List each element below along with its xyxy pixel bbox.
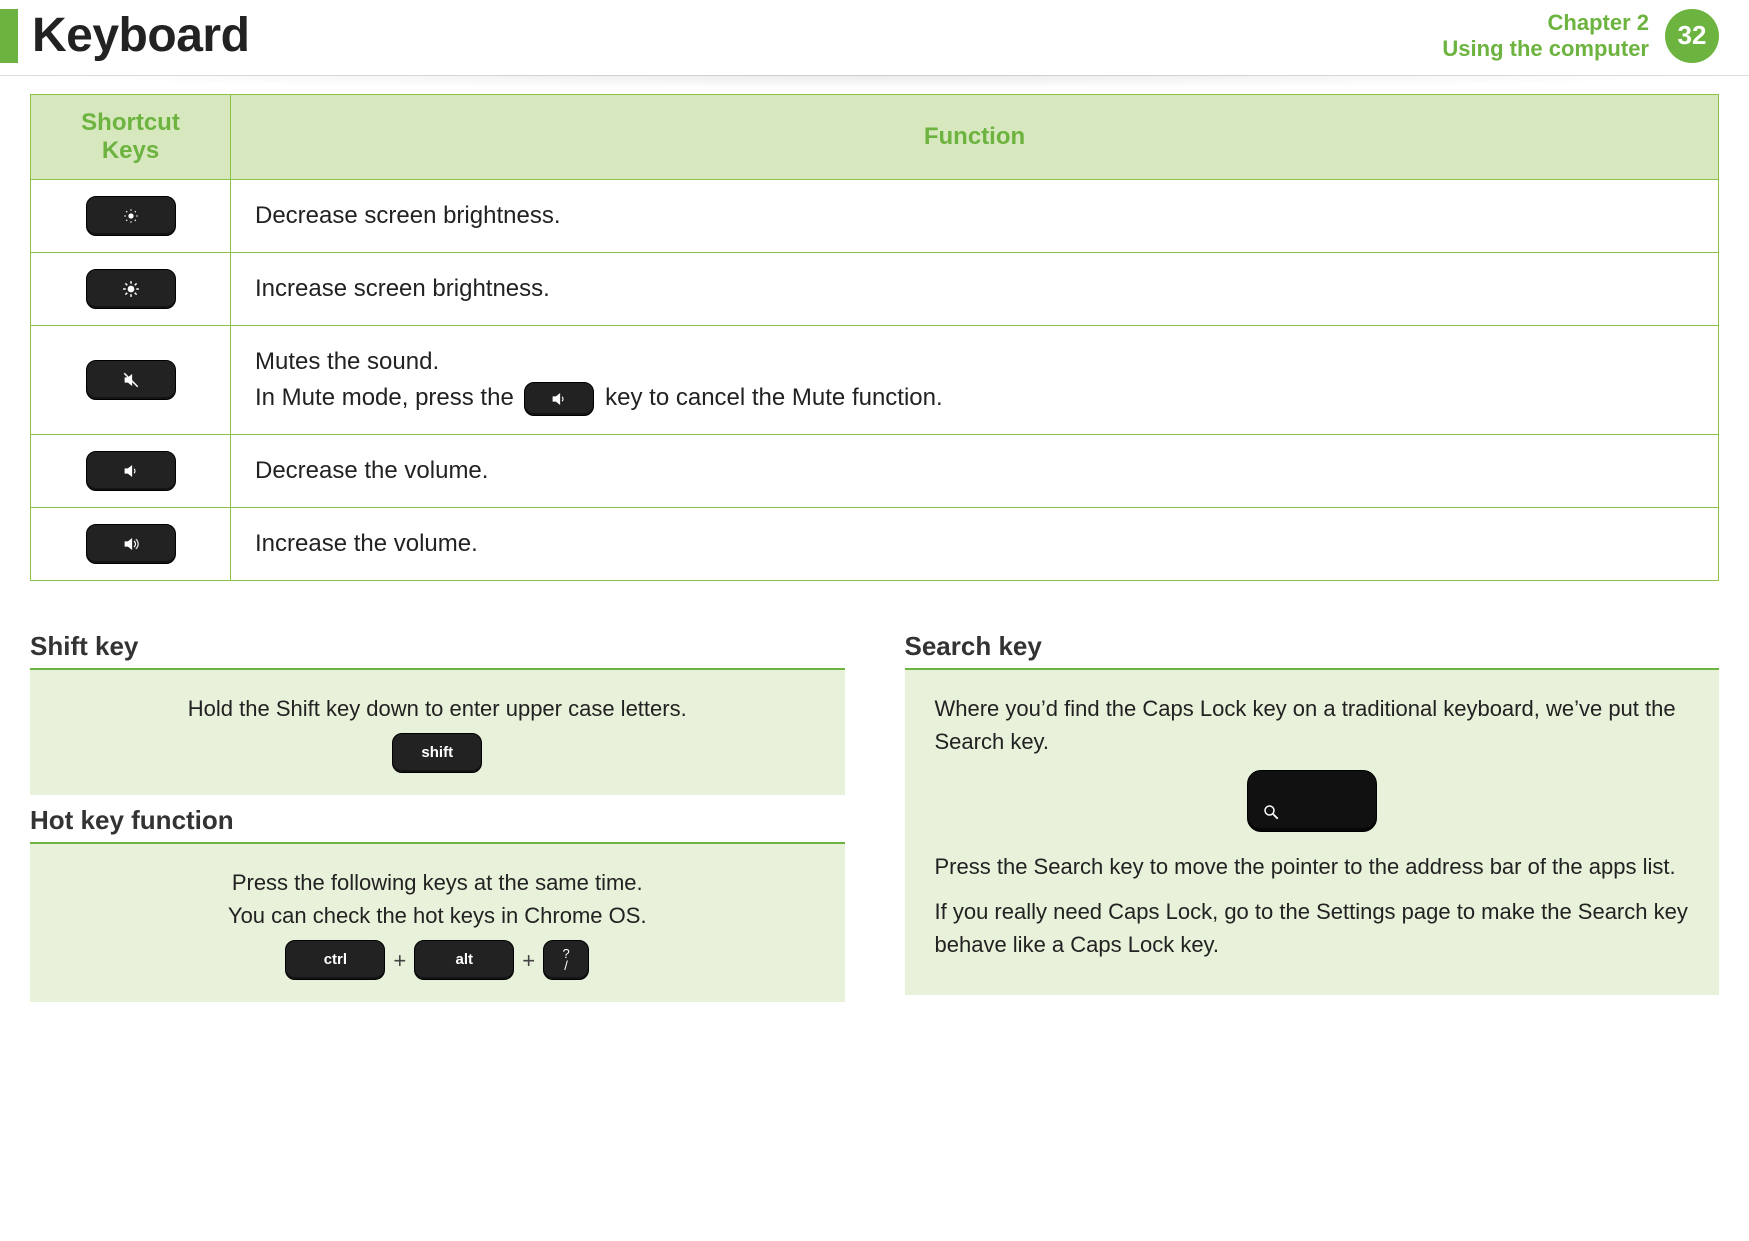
col-function: Function [231, 95, 1719, 180]
search-key-illustration [935, 770, 1690, 832]
volume-up-icon [86, 524, 176, 564]
shift-key-heading: Shift key [30, 631, 845, 662]
plus-icon: + [522, 944, 535, 977]
col-shortcut-keys: Shortcut Keys [31, 95, 231, 180]
key-bot: / [564, 960, 568, 972]
left-column: Shift key Hold the Shift key down to ent… [30, 621, 845, 1002]
mute-line1: Mutes the sound. [255, 344, 1694, 380]
table-row: Mutes the sound. In Mute mode, press the… [31, 326, 1719, 435]
header-left: Keyboard [0, 8, 249, 63]
key-cell [31, 180, 231, 253]
mute-line2-prefix: In Mute mode, press the [255, 384, 514, 411]
page-title: Keyboard [32, 8, 249, 63]
shift-key-box: Hold the Shift key down to enter upper c… [30, 670, 845, 795]
right-column: Search key Where you’d find the Caps Loc… [905, 621, 1720, 1002]
mute-line2-suffix: key to cancel the Mute function. [605, 384, 943, 411]
search-p1: Where you’d find the Caps Lock key on a … [935, 692, 1690, 758]
key-cell [31, 253, 231, 326]
function-cell: Decrease screen brightness. [231, 180, 1719, 253]
search-key-heading: Search key [905, 631, 1720, 662]
search-icon [1247, 770, 1377, 832]
alt-keycap: alt [414, 940, 514, 980]
chapter-label: Chapter 2 Using the computer [1442, 10, 1649, 61]
hotkey-heading: Hot key function [30, 805, 845, 836]
brightness-low-icon [86, 196, 176, 236]
function-cell: Decrease the volume. [231, 435, 1719, 508]
header-accent [0, 9, 18, 63]
hotkey-box: Press the following keys at the same tim… [30, 844, 845, 1002]
search-key-box: Where you’d find the Caps Lock key on a … [905, 670, 1720, 995]
brightness-high-icon [86, 269, 176, 309]
hotkey-line1: Press the following keys at the same tim… [60, 866, 815, 899]
search-p3: If you really need Caps Lock, go to the … [935, 895, 1690, 961]
page-header: Keyboard Chapter 2 Using the computer 32 [0, 0, 1749, 76]
lower-columns: Shift key Hold the Shift key down to ent… [30, 621, 1719, 1002]
shift-keycap: shift [392, 733, 482, 773]
volume-down-icon [524, 382, 594, 416]
table-header-row: Shortcut Keys Function [31, 95, 1719, 180]
function-cell: Mutes the sound. In Mute mode, press the… [231, 326, 1719, 435]
hotkey-row: ctrl + alt + ? / [60, 940, 815, 980]
plus-icon: + [393, 944, 406, 977]
key-cell [31, 435, 231, 508]
shift-key-text: Hold the Shift key down to enter upper c… [60, 692, 815, 725]
page-number-badge: 32 [1665, 9, 1719, 63]
table-row: Decrease the volume. [31, 435, 1719, 508]
hotkey-line2: You can check the hot keys in Chrome OS. [60, 899, 815, 932]
key-cell [31, 508, 231, 581]
shift-key-section: Shift key Hold the Shift key down to ent… [30, 631, 845, 795]
header-right: Chapter 2 Using the computer 32 [1442, 9, 1719, 63]
mute-icon [86, 360, 176, 400]
function-cell: Increase screen brightness. [231, 253, 1719, 326]
search-key-section: Search key Where you’d find the Caps Loc… [905, 631, 1720, 995]
ctrl-keycap: ctrl [285, 940, 385, 980]
volume-down-icon [86, 451, 176, 491]
table-row: Increase screen brightness. [31, 253, 1719, 326]
table-row: Increase the volume. [31, 508, 1719, 581]
function-cell: Increase the volume. [231, 508, 1719, 581]
table-row: Decrease screen brightness. [31, 180, 1719, 253]
shift-key-row: shift [60, 733, 815, 773]
question-slash-keycap: ? / [543, 940, 589, 980]
shortcut-keys-table: Shortcut Keys Function Decrease screen b… [30, 94, 1719, 581]
key-cell [31, 326, 231, 435]
mute-line2: In Mute mode, press the key to cancel th… [255, 380, 1694, 416]
chapter-line2: Using the computer [1442, 36, 1649, 61]
hotkey-section: Hot key function Press the following key… [30, 805, 845, 1002]
chapter-line1: Chapter 2 [1442, 10, 1649, 35]
search-p2: Press the Search key to move the pointer… [935, 850, 1690, 883]
